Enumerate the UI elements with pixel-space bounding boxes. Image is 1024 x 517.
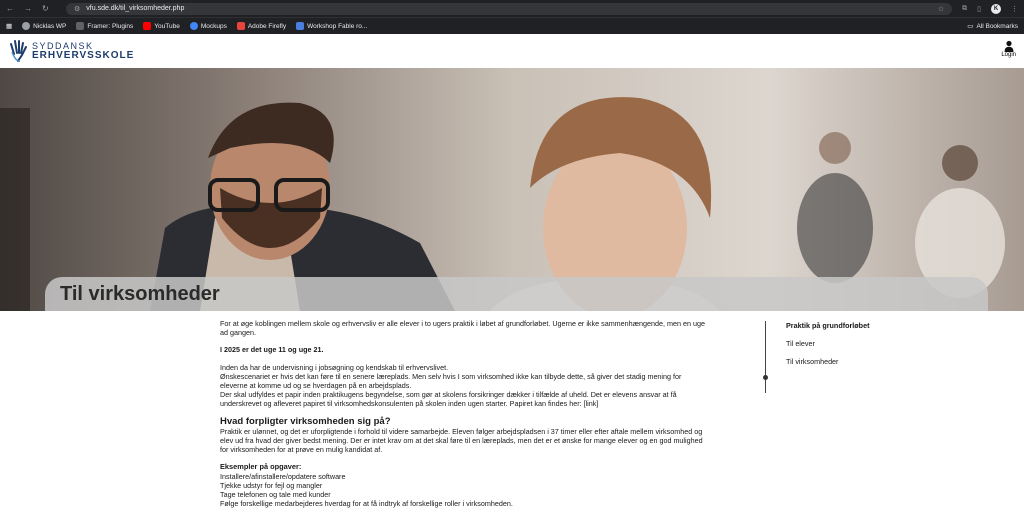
- info-line-3: Der skal udfyldes et papir inden praktik…: [220, 390, 677, 409]
- bookmark-nicklas-wp[interactable]: Nicklas WP: [22, 22, 66, 30]
- list-item: Tage telefonen og tale med kunder: [220, 490, 331, 500]
- all-bookmarks-label: All Bookmarks: [976, 22, 1018, 30]
- sidenav-item-praktik[interactable]: Praktik på grundforløbet: [786, 321, 869, 339]
- active-indicator-dot: [763, 375, 768, 380]
- article: For at øge koblingen mellem skole og erh…: [220, 319, 710, 508]
- address-bar[interactable]: ⚙ vfu.sde.dk/til_virksomheder.php ☆: [66, 2, 953, 15]
- forward-icon[interactable]: →: [24, 4, 32, 13]
- examples-list: Installere/afinstallere/opdatere softwar…: [220, 472, 710, 509]
- list-item: Følge forskellige medarbejderes hverdag …: [220, 499, 513, 509]
- bookmark-favicon-icon: [296, 22, 305, 30]
- hero-banner: Til virksomheder: [0, 68, 1024, 311]
- obligations-paragraph: Praktik er ulønnet, og det er uforpligte…: [220, 426, 703, 455]
- youtube-icon: [143, 22, 152, 30]
- bookmark-label: YouTube: [154, 22, 180, 30]
- adobe-icon: [236, 22, 245, 30]
- bookmark-label: Framer: Plugins: [87, 22, 134, 30]
- sidenav-item-til-virksomheder[interactable]: Til virksomheder: [786, 357, 869, 375]
- sidenav-item-til-elever[interactable]: Til elever: [786, 339, 869, 357]
- intro-paragraph: For at øge koblingen mellem skole og erh…: [220, 319, 705, 338]
- bookmark-favicon-icon: [22, 22, 31, 30]
- info-line-1: Inden da har de undervisning i jobsøgnin…: [220, 362, 449, 372]
- browser-nav: ← → ↻: [6, 4, 66, 13]
- bookmark-label: Nicklas WP: [33, 22, 67, 30]
- bookmark-adobe-firefly[interactable]: Adobe Firefly: [236, 22, 287, 30]
- site-header: SYDDANSK ERHVERVSSKOLE Login: [0, 34, 1024, 68]
- bookmark-mockups[interactable]: Mockups: [189, 22, 227, 30]
- bookmark-star-icon[interactable]: ☆: [938, 5, 944, 13]
- extensions-icon[interactable]: ⧉: [962, 5, 967, 13]
- all-bookmarks[interactable]: ▭ All Bookmarks: [967, 22, 1018, 31]
- bookmark-workshop[interactable]: Workshop Fable ro...: [296, 22, 367, 30]
- bookmark-label: Workshop Fable ro...: [307, 22, 368, 30]
- info-paragraph: Inden da har de undervisning i jobsøgnin…: [220, 363, 710, 409]
- logo-hand-icon: [10, 40, 27, 62]
- apps-icon[interactable]: ▦: [6, 22, 12, 30]
- sidepanel-icon[interactable]: ▯: [977, 5, 981, 13]
- hero-photo: [0, 68, 1024, 311]
- list-item: Tjekke udstyr for fejl og mangler: [220, 480, 323, 490]
- menu-icon[interactable]: ⋮: [1011, 5, 1018, 13]
- weeks-text: I 2025 er det uge 11 og uge 21.: [220, 345, 324, 355]
- profile-avatar[interactable]: K: [991, 3, 1001, 14]
- obligations-heading: Hvad forpligter virksomheden sig på?: [220, 415, 391, 427]
- logo-line2: ERHVERVSSKOLE: [32, 49, 135, 61]
- side-navigation: Praktik på grundforløbet Til elever Til …: [763, 321, 869, 393]
- bookmark-label: Adobe Firefly: [247, 22, 287, 30]
- site-logo[interactable]: SYDDANSK ERHVERVSSKOLE: [8, 38, 134, 64]
- user-icon: [1004, 40, 1014, 52]
- info-line-2: Ønskescenariet er hvis det kan føre til …: [220, 371, 682, 391]
- bookmark-framer-plugins[interactable]: Framer: Plugins: [76, 22, 133, 30]
- bookmark-favicon-icon: [189, 22, 198, 30]
- bookmark-label: Mockups: [200, 22, 227, 30]
- bookmark-favicon-icon: [76, 22, 85, 30]
- login-button[interactable]: Login: [1001, 40, 1016, 58]
- main-content: For at øge koblingen mellem skole og erh…: [0, 311, 1024, 508]
- bookmark-youtube[interactable]: YouTube: [143, 22, 180, 30]
- page-title: Til virksomheder: [60, 283, 220, 305]
- address-url: vfu.sde.dk/til_virksomheder.php: [86, 5, 185, 12]
- folder-icon: ▭: [967, 23, 974, 30]
- examples-heading: Eksempler på opgaver:: [220, 462, 302, 472]
- login-label: Login: [1001, 52, 1016, 58]
- browser-toolbar: ← → ↻ ⚙ vfu.sde.dk/til_virksomheder.php …: [0, 0, 1024, 17]
- site-info-icon[interactable]: ⚙: [74, 5, 80, 13]
- list-item: Installere/afinstallere/opdatere softwar…: [220, 471, 346, 481]
- bookmarks-bar: ▦ Nicklas WP Framer: Plugins YouTube Moc…: [0, 17, 1024, 34]
- browser-actions: ⧉ ▯ K ⋮: [962, 3, 1018, 14]
- reload-icon[interactable]: ↻: [42, 4, 49, 13]
- back-icon[interactable]: ←: [6, 4, 14, 13]
